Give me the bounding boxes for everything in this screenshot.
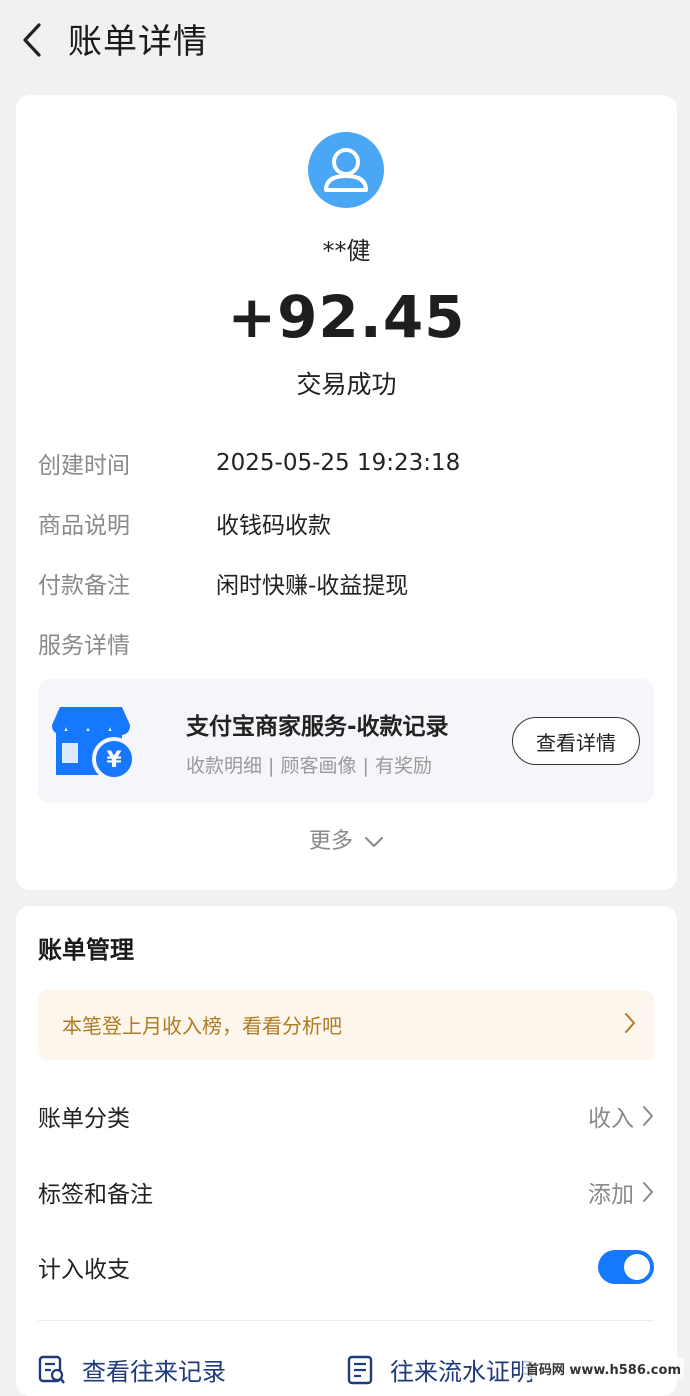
income-rank-banner[interactable]: 本笔登上月收入榜，看看分析吧 xyxy=(38,990,654,1060)
user-icon xyxy=(324,148,368,192)
payer-name: **健 xyxy=(322,237,371,265)
certificate-icon xyxy=(347,1355,373,1384)
row-value-wrap: 收入 xyxy=(588,1099,654,1133)
section-title: 账单管理 xyxy=(38,936,134,964)
merchant-service-card[interactable]: ¥ 支付宝商家服务-收款记录 收款明细 | 顾客画像 | 有奖励 查看详情 xyxy=(38,679,654,803)
row-value: 添加 xyxy=(588,1182,634,1208)
include-in-stats-row: 计入收支 xyxy=(38,1247,654,1287)
banner-text: 本笔登上月收入榜，看看分析吧 xyxy=(62,1014,342,1038)
record-icon xyxy=(38,1355,65,1384)
avatar[interactable] xyxy=(308,132,384,208)
link-label: 往来流水证明 xyxy=(390,1358,534,1386)
service-subtitle: 收款明细 | 顾客画像 | 有奖励 xyxy=(186,755,432,777)
chevron-right-icon xyxy=(643,1106,653,1126)
view-history-link[interactable]: 查看往来记录 xyxy=(38,1352,226,1387)
include-in-stats-toggle[interactable] xyxy=(598,1250,654,1284)
back-button[interactable] xyxy=(14,20,50,60)
chevron-left-icon xyxy=(23,23,41,57)
row-value-wrap: 添加 xyxy=(588,1175,654,1209)
watermark: 首码网 www.h586.com xyxy=(522,1358,684,1379)
row-label: 标签和备注 xyxy=(38,1182,153,1208)
detail-label: 商品说明 xyxy=(38,513,130,539)
bill-management-card: 账单管理 本笔登上月收入榜，看看分析吧 账单分类 收入 标签和备注 添加 计入收… xyxy=(16,906,677,1396)
shop-yuan-icon: ¥ xyxy=(52,707,136,781)
more-toggle[interactable]: 更多 xyxy=(16,823,677,855)
detail-label: 付款备注 xyxy=(38,573,130,599)
detail-value: 2025-05-25 19:23:18 xyxy=(216,450,461,476)
chevron-right-icon xyxy=(625,1013,635,1033)
detail-label: 服务详情 xyxy=(38,633,130,659)
detail-row-created-time: 创建时间 2025-05-25 19:23:18 xyxy=(38,445,460,481)
page-title: 账单详情 xyxy=(68,22,208,62)
transaction-status: 交易成功 xyxy=(296,370,397,399)
more-label: 更多 xyxy=(308,829,353,854)
detail-label: 创建时间 xyxy=(38,453,130,479)
view-details-button[interactable]: 查看详情 xyxy=(512,717,640,765)
chevron-right-icon xyxy=(643,1182,653,1202)
top-bar: 账单详情 xyxy=(0,0,690,80)
divider xyxy=(38,1320,654,1321)
transaction-amount: +92.45 xyxy=(227,283,466,351)
row-label: 账单分类 xyxy=(38,1106,130,1132)
service-title: 支付宝商家服务-收款记录 xyxy=(186,714,449,740)
row-value: 收入 xyxy=(588,1106,634,1132)
detail-row-payment-note: 付款备注 闲时快赚-收益提现 xyxy=(38,565,408,601)
chevron-down-icon xyxy=(365,837,383,847)
detail-row-product: 商品说明 收钱码收款 xyxy=(38,505,331,541)
svg-text:¥: ¥ xyxy=(106,748,122,773)
transaction-card: **健 +92.45 交易成功 创建时间 2025-05-25 19:23:18… xyxy=(16,95,677,890)
row-label: 计入收支 xyxy=(38,1257,130,1283)
detail-value: 闲时快赚-收益提现 xyxy=(216,573,409,599)
tags-notes-row[interactable]: 标签和备注 添加 xyxy=(38,1172,654,1212)
detail-value: 收钱码收款 xyxy=(216,513,331,539)
bill-category-row[interactable]: 账单分类 收入 xyxy=(38,1096,654,1136)
toggle-knob xyxy=(624,1254,650,1280)
transaction-proof-link[interactable]: 往来流水证明 xyxy=(346,1352,534,1387)
link-label: 查看往来记录 xyxy=(82,1358,226,1386)
detail-row-service: 服务详情 xyxy=(38,625,216,661)
